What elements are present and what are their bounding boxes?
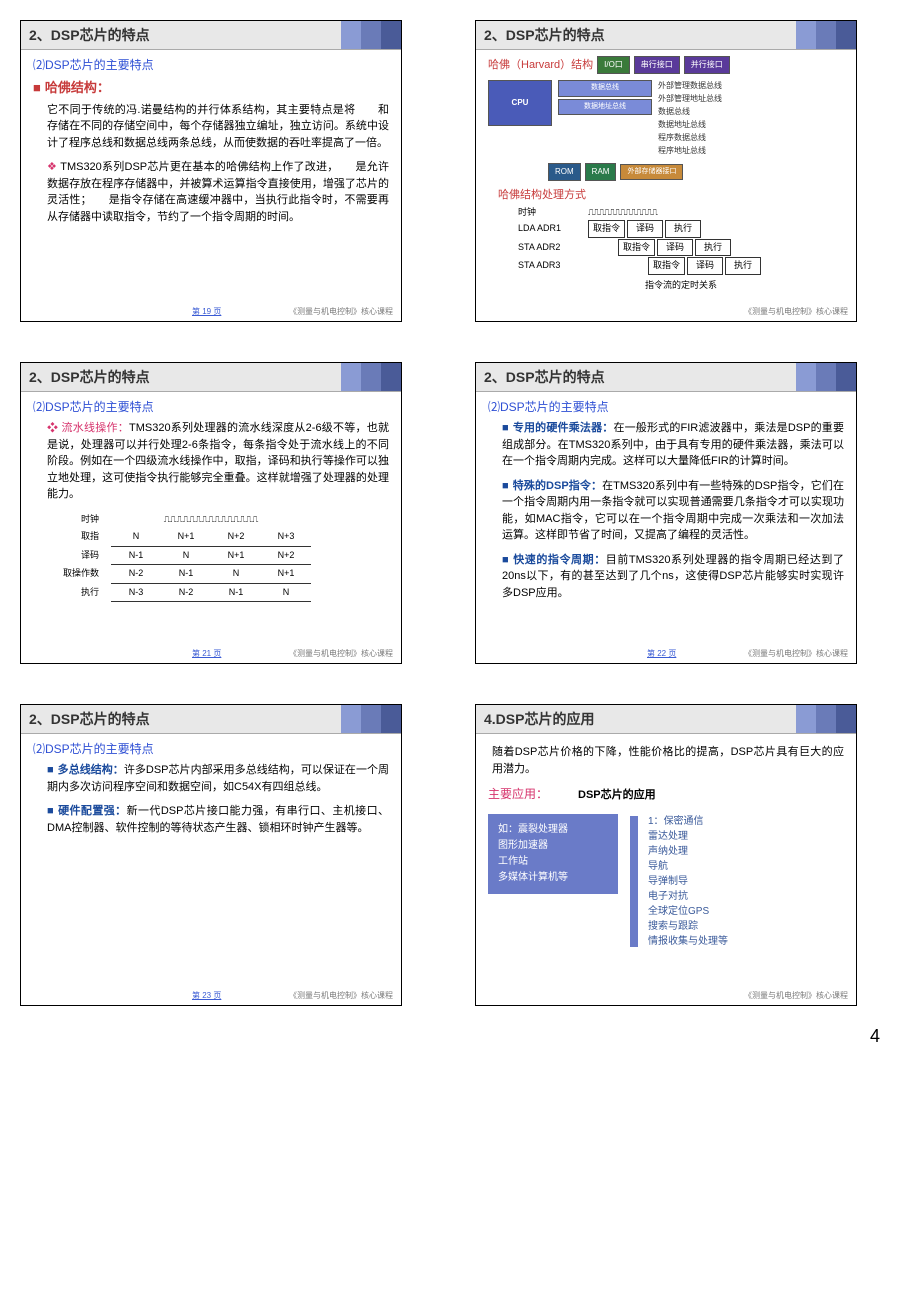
rom-box: ROM: [548, 163, 581, 181]
paragraph: 它不同于传统的冯.诺曼结构的并行体系结构，其主要特点是将 和 存储在不同的存储空…: [47, 102, 389, 152]
bus-label: 程序地址总线: [658, 145, 722, 157]
app-left-box: 如：震裂处理器 图形加速器 工作站 多媒体计算机等: [488, 814, 618, 894]
bullet: 特殊的DSP指令：在TMS320系列中有一些特殊的DSP指令，它们在一个指令周期…: [502, 478, 844, 544]
slide-page-number: 第 21 页: [192, 648, 221, 659]
app-right-box: 1：保密通信 雷达处理 声纳处理 导航 导弹制导 电子对抗 全球定位GPS 搜索…: [648, 814, 728, 949]
footer: 《测量与机电控制》核心课程: [289, 306, 393, 317]
slide-body: ⑵DSP芯片的主要特点 专用的硬件乘法器：在一般形式的FIR滤波器中，乘法是DS…: [476, 392, 856, 615]
slide-title: 2、DSP芯片的特点: [476, 363, 856, 392]
slide-grid: 2、DSP芯片的特点 ⑵DSP芯片的主要特点 哈佛结构： 它不同于传统的冯.诺曼…: [20, 20, 900, 1006]
io-box: I/O口: [597, 56, 630, 74]
subtitle: ⑵DSP芯片的主要特点: [33, 398, 389, 416]
footer: 《测量与机电控制》核心课程: [744, 990, 848, 1001]
slide-24: 4.DSP芯片的应用 随着DSP芯片价格的下降，性能价格比的提高，DSP芯片具有…: [475, 704, 857, 1006]
footer: 《测量与机电控制》核心课程: [289, 990, 393, 1001]
slide-title: 2、DSP芯片的特点: [21, 705, 401, 734]
slide-19: 2、DSP芯片的特点 ⑵DSP芯片的主要特点 哈佛结构： 它不同于传统的冯.诺曼…: [20, 20, 402, 322]
slide-page-number: 第 19 页: [192, 306, 221, 317]
intro-para: 随着DSP芯片价格的下降，性能价格比的提高，DSP芯片具有巨大的应用潜力。: [492, 744, 844, 777]
bullet: 专用的硬件乘法器：在一般形式的FIR滤波器中，乘法是DSP的重要组成部分。在TM…: [502, 420, 844, 470]
parallel-box: 并行接口: [684, 56, 730, 74]
title-corner-decor: [341, 705, 401, 733]
document-page-number: 4: [20, 1026, 900, 1047]
bus-label: 数据总线: [658, 106, 722, 118]
slide-page-number: 第 23 页: [192, 990, 221, 1001]
title-text: 2、DSP芯片的特点: [29, 711, 150, 727]
title-text: 4.DSP芯片的应用: [484, 711, 594, 727]
section-heading: 哈佛结构：: [33, 78, 389, 98]
bus-box: 数据地址总线: [558, 99, 652, 116]
slide-title: 4.DSP芯片的应用: [476, 705, 856, 734]
slide-20: 2、DSP芯片的特点 哈佛（Harvard）结构 I/O口 串行接口 并行接口 …: [475, 20, 857, 322]
footer: 《测量与机电控制》核心课程: [289, 648, 393, 659]
instr: STA ADR3: [518, 259, 578, 273]
title-corner-decor: [341, 363, 401, 391]
instr: STA ADR2: [518, 241, 578, 255]
instr: LDA ADR1: [518, 222, 578, 236]
title-text: 2、DSP芯片的特点: [29, 369, 150, 385]
footer: 《测量与机电控制》核心课程: [744, 648, 848, 659]
timing-caption: 指令流的定时关系: [518, 279, 844, 293]
title-text: 2、DSP芯片的特点: [484, 369, 605, 385]
bus-label: 程序数据总线: [658, 132, 722, 144]
slide-body: 随着DSP芯片价格的下降，性能价格比的提高，DSP芯片具有巨大的应用潜力。 主要…: [476, 734, 856, 955]
paragraph: 流水线操作：TMS320系列处理器的流水线深度从2-6级不等，也就是说，处理器可…: [47, 420, 389, 503]
harvard-subheading: 哈佛结构处理方式: [498, 187, 844, 204]
paragraph: TMS320系列DSP芯片更在基本的哈佛结构上作了改进， 是允许数据存放在程序存…: [47, 159, 389, 225]
bus-box: 数据总线: [558, 80, 652, 97]
main-app-label: 主要应用：: [488, 785, 548, 803]
slide-title: 2、DSP芯片的特点: [476, 21, 856, 50]
title-text: 2、DSP芯片的特点: [29, 27, 150, 43]
slide-22: 2、DSP芯片的特点 ⑵DSP芯片的主要特点 专用的硬件乘法器：在一般形式的FI…: [475, 362, 857, 664]
bullet: 硬件配置强：新一代DSP芯片接口能力强，有串行口、主机接口、DMA控制器、软件控…: [47, 803, 389, 836]
harvard-label: 哈佛（Harvard）结构: [488, 57, 593, 74]
title-corner-decor: [341, 21, 401, 49]
slide-body: ⑵DSP芯片的主要特点 流水线操作：TMS320系列处理器的流水线深度从2-6级…: [21, 392, 401, 608]
subtitle: ⑵DSP芯片的主要特点: [33, 56, 389, 74]
ext-mem-box: 外部存储器接口: [620, 164, 683, 181]
timing-diagram: 时钟⎍⎍⎍⎍⎍⎍⎍⎍⎍⎍⎍⎍⎍ LDA ADR1 取指令译码执行 STA ADR…: [518, 206, 844, 293]
bus-label: 外部管理地址总线: [658, 93, 722, 105]
slide-body: 哈佛（Harvard）结构 I/O口 串行接口 并行接口 CPU 数据总线 数据…: [476, 50, 856, 298]
footer: 《测量与机电控制》核心课程: [744, 306, 848, 317]
title-corner-decor: [796, 21, 856, 49]
slide-21: 2、DSP芯片的特点 ⑵DSP芯片的主要特点 流水线操作：TMS320系列处理器…: [20, 362, 402, 664]
diagram-title: DSP芯片的应用: [578, 787, 656, 804]
bullet: 多总线结构：许多DSP芯片内部采用多总线结构，可以保证在一个周期内多次访问程序空…: [47, 762, 389, 795]
slide-23: 2、DSP芯片的特点 ⑵DSP芯片的主要特点 多总线结构：许多DSP芯片内部采用…: [20, 704, 402, 1006]
app-diagram: 如：震裂处理器 图形加速器 工作站 多媒体计算机等 1：保密通信 雷达处理 声纳…: [488, 814, 844, 949]
ram-box: RAM: [585, 163, 617, 181]
title-corner-decor: [796, 705, 856, 733]
subtitle: ⑵DSP芯片的主要特点: [33, 740, 389, 758]
subtitle: ⑵DSP芯片的主要特点: [488, 398, 844, 416]
slide-page-number: 第 22 页: [647, 648, 676, 659]
slide-title: 2、DSP芯片的特点: [21, 21, 401, 50]
bus-label: 数据地址总线: [658, 119, 722, 131]
slide-body: ⑵DSP芯片的主要特点 多总线结构：许多DSP芯片内部采用多总线结构，可以保证在…: [21, 734, 401, 850]
bus-label: 外部管理数据总线: [658, 80, 722, 92]
pipeline-table: 时钟⎍⎍⎍⎍⎍⎍⎍⎍⎍⎍⎍⎍⎍⎍⎍ 取指NN+1N+2N+3 译码N-1NN+1…: [53, 511, 311, 603]
serial-box: 串行接口: [634, 56, 680, 74]
bullet: 快速的指令周期：目前TMS320系列处理器的指令周期已经达到了20ns以下，有的…: [502, 552, 844, 602]
slide-title: 2、DSP芯片的特点: [21, 363, 401, 392]
clock-label: 时钟: [518, 206, 578, 220]
harvard-diagram: 哈佛（Harvard）结构 I/O口 串行接口 并行接口 CPU 数据总线 数据…: [488, 56, 844, 181]
cpu-box: CPU: [488, 80, 552, 126]
slide-body: ⑵DSP芯片的主要特点 哈佛结构： 它不同于传统的冯.诺曼结构的并行体系结构，其…: [21, 50, 401, 239]
title-text: 2、DSP芯片的特点: [484, 27, 605, 43]
title-corner-decor: [796, 363, 856, 391]
